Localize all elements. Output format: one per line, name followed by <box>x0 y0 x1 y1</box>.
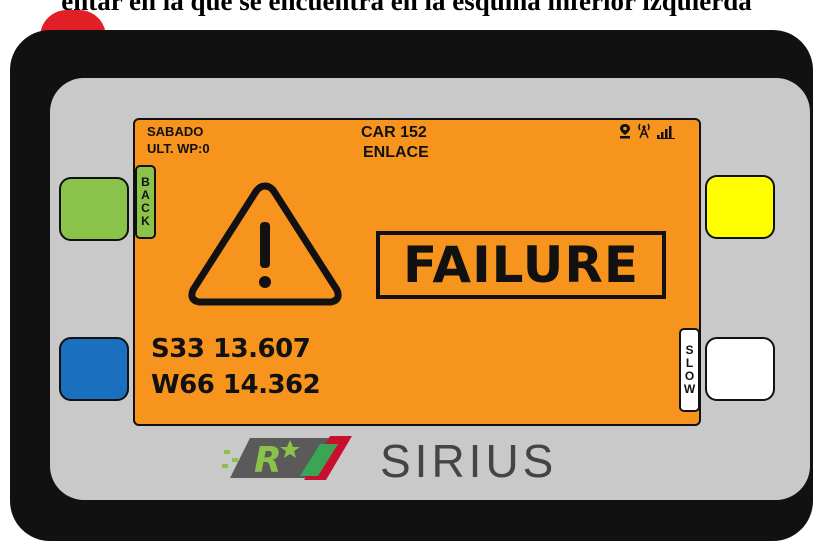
link-mode: ENLACE <box>363 144 429 161</box>
antenna-icon <box>637 122 651 144</box>
car-number: CAR 152 <box>361 124 427 141</box>
warning-icon <box>183 178 347 315</box>
failure-label: FAILURE <box>402 236 640 294</box>
day-label: SABADO <box>147 124 204 139</box>
slow-tab[interactable]: S L O W <box>679 328 700 412</box>
back-letter: K <box>141 214 150 228</box>
slow-letter: W <box>683 382 696 396</box>
latitude-value: S33 13.607 <box>151 334 311 364</box>
display-screen: SABADO ULT. WP:0 CAR 152 ENLACE B A C K … <box>133 118 701 426</box>
failure-status-box: FAILURE <box>376 231 666 299</box>
back-tab[interactable]: B A C K <box>135 165 156 239</box>
white-button[interactable] <box>705 337 775 401</box>
last-waypoint: ULT. WP:0 <box>147 141 210 156</box>
racing-flag-icon: R <box>220 430 370 491</box>
longitude-value: W66 14.362 <box>151 370 321 400</box>
yellow-button[interactable] <box>705 175 775 239</box>
signal-bars-icon <box>657 125 675 144</box>
brand-logo: R SIRIUS <box>220 430 557 491</box>
brand-name: SIRIUS <box>380 434 558 487</box>
caption-text: entar en la que se encuentra en la esqui… <box>61 0 752 16</box>
green-button[interactable] <box>59 177 129 241</box>
blue-button[interactable] <box>59 337 129 401</box>
svg-text:R: R <box>254 440 282 481</box>
location-pin-icon <box>619 123 631 144</box>
status-icons <box>619 122 675 144</box>
